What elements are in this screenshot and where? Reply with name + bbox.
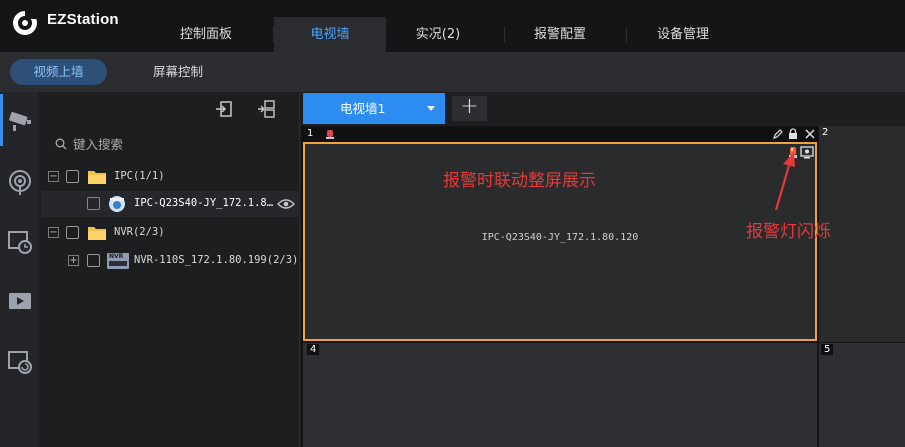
add-tv-wall-button[interactable]: +: [452, 96, 487, 121]
window-1-header: 1: [302, 127, 818, 142]
expand-toggle[interactable]: +: [68, 255, 79, 266]
tree-label: IPC(1/1): [114, 170, 165, 182]
monitor-icon[interactable]: [800, 146, 814, 159]
tv-wall-name: 电视墙1: [340, 101, 386, 116]
app-title: EZStation: [47, 11, 119, 28]
ezstation-logo-icon: [13, 10, 38, 35]
annotation-arrow: [774, 152, 795, 211]
wall-window[interactable]: 2: [818, 126, 905, 342]
search-input[interactable]: [73, 134, 273, 154]
checkbox[interactable]: [66, 170, 79, 183]
close-icon[interactable]: [804, 128, 816, 140]
tree-label: IPC-Q23S40-JY_172.1.8…: [134, 197, 274, 209]
tab-live[interactable]: 实况(2): [386, 17, 490, 52]
wall-window[interactable]: 5: [818, 343, 905, 447]
subtab-video-to-wall[interactable]: 视频上墙: [10, 59, 107, 85]
layout-switch-icon[interactable]: [255, 98, 277, 120]
checkbox[interactable]: [66, 226, 79, 239]
collapse-toggle[interactable]: −: [48, 171, 59, 182]
alarm-light-icon: [326, 130, 334, 139]
sub-navigation: 视频上墙 屏幕控制: [0, 52, 905, 92]
tab-control-panel[interactable]: 控制面板: [150, 17, 262, 52]
lock-icon[interactable]: [787, 128, 799, 140]
video-icon[interactable]: [6, 287, 34, 315]
edit-icon[interactable]: [772, 128, 784, 140]
tab-alarm-config[interactable]: 报警配置: [505, 17, 615, 52]
folder-icon: [88, 171, 106, 184]
dome-camera-icon: [109, 196, 125, 212]
annotation-fullscreen-note: 报警时联动整屏展示: [443, 171, 596, 191]
left-rail: [0, 92, 40, 447]
device-tree-panel: − IPC(1/1) IPC-Q23S40-JY_172.1.8…: [41, 92, 300, 447]
window-number: 1: [307, 128, 314, 139]
tree-row-ipc-camera[interactable]: IPC-Q23S40-JY_172.1.8…: [41, 191, 300, 217]
app-window: EZStation 控制面板 电视墙 实况(2) 报警配置 设备管理 视频上墙 …: [0, 0, 905, 447]
chevron-down-icon[interactable]: [427, 106, 435, 111]
folder-icon: [88, 227, 106, 240]
tree-label: NVR(2/3): [114, 226, 165, 238]
checkbox[interactable]: [87, 254, 100, 267]
eye-icon[interactable]: [277, 198, 295, 210]
window-number: 5: [821, 344, 834, 355]
search-box: [41, 134, 300, 154]
tv-wall-selector[interactable]: 电视墙1: [303, 93, 445, 124]
nvr-icon: NVR: [107, 253, 129, 269]
window-number: 2: [822, 127, 829, 138]
search-icon: [55, 138, 67, 150]
monitor-refresh-icon[interactable]: [6, 347, 34, 375]
export-icon[interactable]: [213, 98, 235, 120]
wall-window[interactable]: 4: [303, 343, 817, 447]
collapse-toggle[interactable]: −: [48, 227, 59, 238]
window-number: 4: [307, 344, 320, 355]
camera-icon[interactable]: [6, 106, 34, 134]
subtab-screen-control[interactable]: 屏幕控制: [136, 59, 220, 85]
tab-tv-wall[interactable]: 电视墙: [274, 17, 386, 52]
tree-row-nvr-folder[interactable]: − NVR(2/3): [41, 220, 300, 246]
top-header: EZStation 控制面板 电视墙 实况(2) 报警配置 设备管理: [0, 0, 905, 52]
window-camera-name: IPC-Q23S40-JY_172.1.80.120: [481, 232, 639, 243]
tab-device-management[interactable]: 设备管理: [627, 17, 739, 52]
alarm-input-icon[interactable]: [6, 168, 34, 196]
checkbox[interactable]: [87, 197, 100, 210]
tree-row-nvr-device[interactable]: + NVR NVR-110S_172.1.80.199(2/3): [41, 248, 300, 274]
annotation-light-note: 报警灯闪烁: [746, 222, 831, 242]
rail-active-indicator: [0, 94, 3, 146]
playback-icon[interactable]: [6, 227, 34, 255]
tree-row-ipc-folder[interactable]: − IPC(1/1): [41, 164, 300, 190]
tree-label: NVR-110S_172.1.80.199(2/3): [134, 254, 299, 266]
